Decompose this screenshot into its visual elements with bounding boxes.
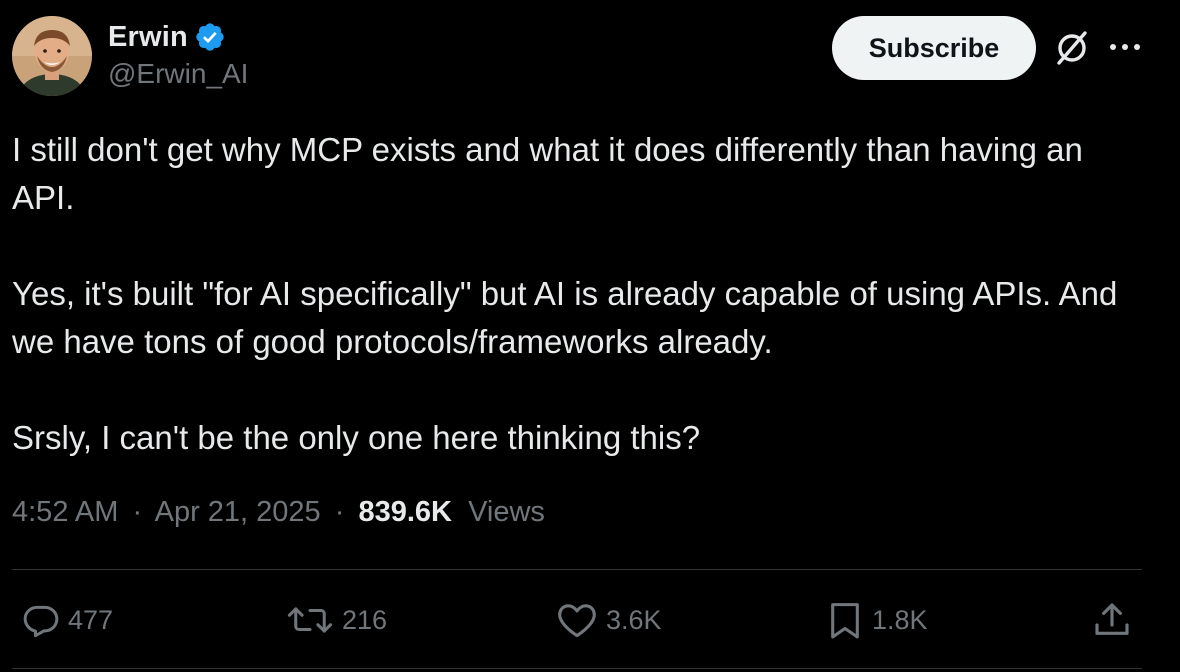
- like-button[interactable]: 3.6K: [556, 596, 662, 644]
- views-label: Views: [468, 496, 545, 528]
- avatar-image: [12, 16, 92, 96]
- like-count: 3.6K: [606, 604, 662, 635]
- verified-badge-icon[interactable]: [194, 21, 226, 53]
- more-icon[interactable]: [1108, 36, 1142, 58]
- meta-separator: ·: [334, 496, 345, 528]
- handle[interactable]: @Erwin_AI: [108, 58, 248, 90]
- divider: [12, 569, 1142, 570]
- tweet-text: I still don't get why MCP exists and wha…: [12, 126, 1142, 462]
- reply-button[interactable]: 477: [22, 596, 113, 644]
- tweet-meta: 4:52 AM · Apr 21, 2025 · 839.6K Views: [12, 496, 545, 529]
- repost-button[interactable]: 216: [286, 596, 387, 644]
- display-name-row: Erwin: [108, 18, 226, 56]
- tweet-date[interactable]: Apr 21, 2025: [155, 496, 321, 528]
- meta-separator: ·: [132, 496, 143, 528]
- reply-icon: [23, 605, 59, 638]
- tweet: Erwin @Erwin_AI Subscribe I still don't …: [0, 0, 1180, 672]
- views-count: 839.6K: [358, 496, 452, 528]
- bottom-divider: [12, 668, 1142, 669]
- bookmark-count: 1.8K: [872, 604, 928, 635]
- subscribe-button[interactable]: Subscribe: [832, 16, 1036, 80]
- share-icon: [1095, 603, 1129, 635]
- tweet-paragraph: Srsly, I can't be the only one here thin…: [12, 419, 701, 456]
- share-button[interactable]: [1092, 596, 1132, 644]
- grok-icon[interactable]: [1052, 28, 1092, 68]
- tweet-paragraph: I still don't get why MCP exists and wha…: [12, 131, 1083, 216]
- display-name[interactable]: Erwin: [108, 21, 188, 54]
- repost-count: 216: [342, 604, 388, 635]
- avatar[interactable]: [12, 16, 92, 96]
- repost-icon: [287, 607, 333, 633]
- tweet-paragraph: Yes, it's built "for AI specifically" bu…: [12, 275, 1118, 360]
- heart-icon: [558, 604, 596, 638]
- tweet-time[interactable]: 4:52 AM: [12, 496, 118, 528]
- reply-count: 477: [68, 604, 114, 635]
- bookmark-icon: [831, 603, 859, 639]
- action-bar: 477 216 3.6K 1.8K: [0, 596, 1180, 644]
- bookmark-button[interactable]: 1.8K: [826, 596, 928, 644]
